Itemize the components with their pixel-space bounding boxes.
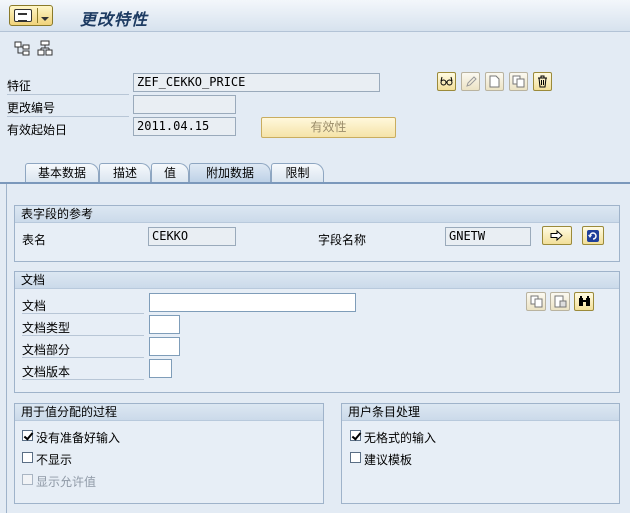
change-number-label: 更改编号: [7, 101, 56, 115]
no-display-checkbox[interactable]: [22, 452, 33, 463]
validity-button[interactable]: 有效性: [261, 117, 396, 138]
change-number-field[interactable]: [133, 95, 236, 114]
copy-icon: [512, 75, 525, 88]
document-copy-button[interactable]: [526, 292, 546, 311]
navigate-button[interactable]: [542, 226, 572, 245]
unformatted-entry-label: 无格式的输入: [364, 431, 437, 445]
document-type-field[interactable]: [149, 315, 180, 334]
title-bar: 更改特性: [0, 0, 630, 32]
tree-icon[interactable]: [37, 40, 53, 56]
group-title: 用于值分配的过程: [15, 404, 323, 421]
tab-basic-data[interactable]: 基本数据: [25, 163, 99, 183]
document-version-label: 文档版本: [22, 365, 71, 379]
proposed-template-label: 建议模板: [364, 453, 413, 467]
display-allowed-values-label: 显示允许值: [36, 475, 97, 489]
system-menu-button[interactable]: [9, 5, 53, 26]
tab-strip: 基本数据 描述 值 附加数据 限制: [0, 160, 630, 183]
display-button[interactable]: [437, 72, 456, 91]
document-type-label: 文档类型: [22, 321, 71, 335]
group-title: 文档: [15, 272, 619, 289]
no-display-label: 不显示: [36, 453, 73, 467]
field-name-label: 字段名称: [318, 233, 367, 247]
tab-description[interactable]: 描述: [99, 163, 151, 183]
document-label: 文档: [22, 299, 47, 313]
characteristic-field[interactable]: ZEF_CEKKO_PRICE: [133, 73, 380, 92]
characteristic-label: 特征: [7, 79, 32, 93]
tab-values[interactable]: 值: [151, 163, 189, 183]
field-name-field[interactable]: GNETW: [445, 227, 531, 246]
dropdown-arrow-icon: [41, 17, 49, 21]
new-document-icon: [489, 75, 500, 88]
proposed-template-checkbox[interactable]: [350, 452, 361, 463]
create-button[interactable]: [485, 72, 504, 91]
table-name-field[interactable]: CEKKO: [148, 227, 236, 246]
copy-icon: [530, 295, 542, 308]
not-ready-for-input-label: 没有准备好输入: [36, 431, 121, 445]
glasses-icon: [440, 76, 453, 86]
tab-additional-data[interactable]: 附加数据: [189, 163, 271, 183]
group-title: 用户条目处理: [342, 404, 619, 421]
document-detail-icon: [554, 295, 566, 308]
document-field[interactable]: [149, 293, 356, 312]
binoculars-icon: [578, 296, 590, 306]
unformatted-entry-checkbox[interactable]: [350, 430, 361, 441]
menu-icon: [14, 9, 32, 22]
delete-button[interactable]: [533, 72, 552, 91]
not-ready-for-input-checkbox[interactable]: [22, 430, 33, 441]
change-button[interactable]: [461, 72, 480, 91]
document-part-label: 文档部分: [22, 343, 71, 357]
delete-icon: [538, 75, 547, 88]
valid-from-field[interactable]: 2011.04.15: [133, 117, 236, 136]
arrow-right-icon: [550, 230, 563, 241]
page-title: 更改特性: [80, 10, 149, 29]
valid-from-label: 有效起始日: [7, 123, 68, 137]
table-name-label: 表名: [22, 233, 47, 247]
refresh-button[interactable]: [582, 226, 604, 245]
document-part-field[interactable]: [149, 337, 180, 356]
document-search-button[interactable]: [574, 292, 594, 311]
refresh-icon: [587, 229, 599, 242]
document-group: 文档: [14, 271, 620, 393]
display-allowed-values-checkbox[interactable]: [22, 474, 33, 485]
hierarchy-icon[interactable]: [14, 40, 30, 56]
tab-restrictions[interactable]: 限制: [271, 163, 324, 183]
document-version-field[interactable]: [149, 359, 172, 378]
pencil-icon: [465, 75, 477, 87]
copy-button[interactable]: [509, 72, 528, 91]
document-detail-button[interactable]: [550, 292, 570, 311]
group-title: 表字段的参考: [15, 206, 619, 223]
application-toolbar: [0, 33, 630, 63]
